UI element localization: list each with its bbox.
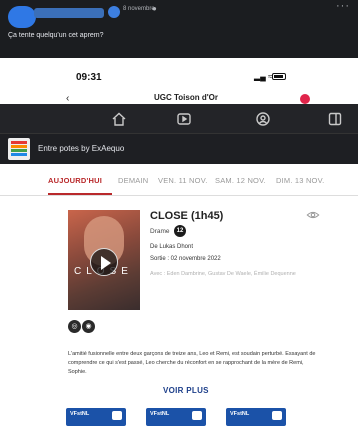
play-trailer-button[interactable] [90,248,118,276]
post-time[interactable]: 8 novembre [123,6,155,12]
date-tabs: AUJOURD'HUI DEMAIN VEN. 11 NOV. SAM. 12 … [0,164,358,196]
active-tab-indicator [48,193,112,195]
globe-icon [108,6,120,18]
see-more-button[interactable]: VOIR PLUS [163,386,209,395]
session-version: VFstNL [150,411,170,417]
phone-app-header: ‹ UGC Toison d'Or [0,92,358,104]
video-icon[interactable] [176,111,192,127]
session-version: VFstNL [230,411,250,417]
battery-icon [272,73,286,80]
session-button[interactable]: VFstNL [146,408,206,426]
tab-sun[interactable]: DIM. 13 NOV. [276,176,324,185]
shared-page-bar[interactable]: Entre potes by ExAequo [0,134,358,164]
film-listing: AUJOURD'HUI DEMAIN VEN. 11 NOV. SAM. 12 … [0,164,358,426]
film-labels: ◎ ◉ [68,320,108,334]
session-button[interactable]: VFstNL [226,408,286,426]
heart-icon[interactable] [300,94,310,104]
film-title[interactable]: CLOSE (1h45) [150,210,223,222]
marketplace-icon[interactable] [327,111,343,127]
session-version: VFstNL [70,411,90,417]
cinema-title: UGC Toison d'Or [154,93,218,102]
page-name[interactable]: Entre potes by ExAequo [38,144,124,153]
label-icon-1: ◎ [68,320,81,333]
cart-icon [192,411,202,420]
home-icon[interactable] [111,111,127,127]
cart-icon [112,411,122,420]
author-name-redacted[interactable] [34,8,104,18]
film-cast: Avec : Eden Dambrine, Gustav De Waele, É… [150,271,296,277]
watchlist-eye-icon[interactable] [306,208,320,222]
tab-today[interactable]: AUJOURD'HUI [48,176,102,185]
film-poster[interactable]: CLOSE [68,210,140,310]
tab-tomorrow[interactable]: DEMAIN [118,176,148,185]
phone-clock: 09:31 [76,72,102,83]
back-icon[interactable]: ‹ [66,93,69,104]
age-rating-badge: 12 [174,225,186,237]
post-header: 8 novembre ● ··· Ça tente quelqu'un cet … [0,0,358,58]
more-options-icon[interactable]: ··· [336,0,350,12]
tab-sat[interactable]: SAM. 12 NOV. [215,176,266,185]
groups-icon[interactable] [255,111,271,127]
phone-status-bar: 09:31 ▂▄ ≈ [0,58,358,92]
film-release-date: Sortie : 02 novembre 2022 [150,256,221,262]
app-nav-bar [0,104,358,134]
tab-fri[interactable]: VEN. 11 NOV. [158,176,208,185]
signal-wifi-icon: ▂▄ ≈ [254,72,273,81]
post-text: Ça tente quelqu'un cet aprem? [8,32,104,39]
label-icon-2: ◉ [82,320,95,333]
film-director: De Lukas Dhont [150,244,194,250]
film-genre: Drame [150,228,170,235]
page-logo-icon [8,138,30,160]
cart-icon [272,411,282,420]
privacy-icon: ● [152,4,157,13]
avatar[interactable] [8,6,36,28]
synopsis-fade [60,374,330,386]
session-button[interactable]: VFstNL [66,408,126,426]
